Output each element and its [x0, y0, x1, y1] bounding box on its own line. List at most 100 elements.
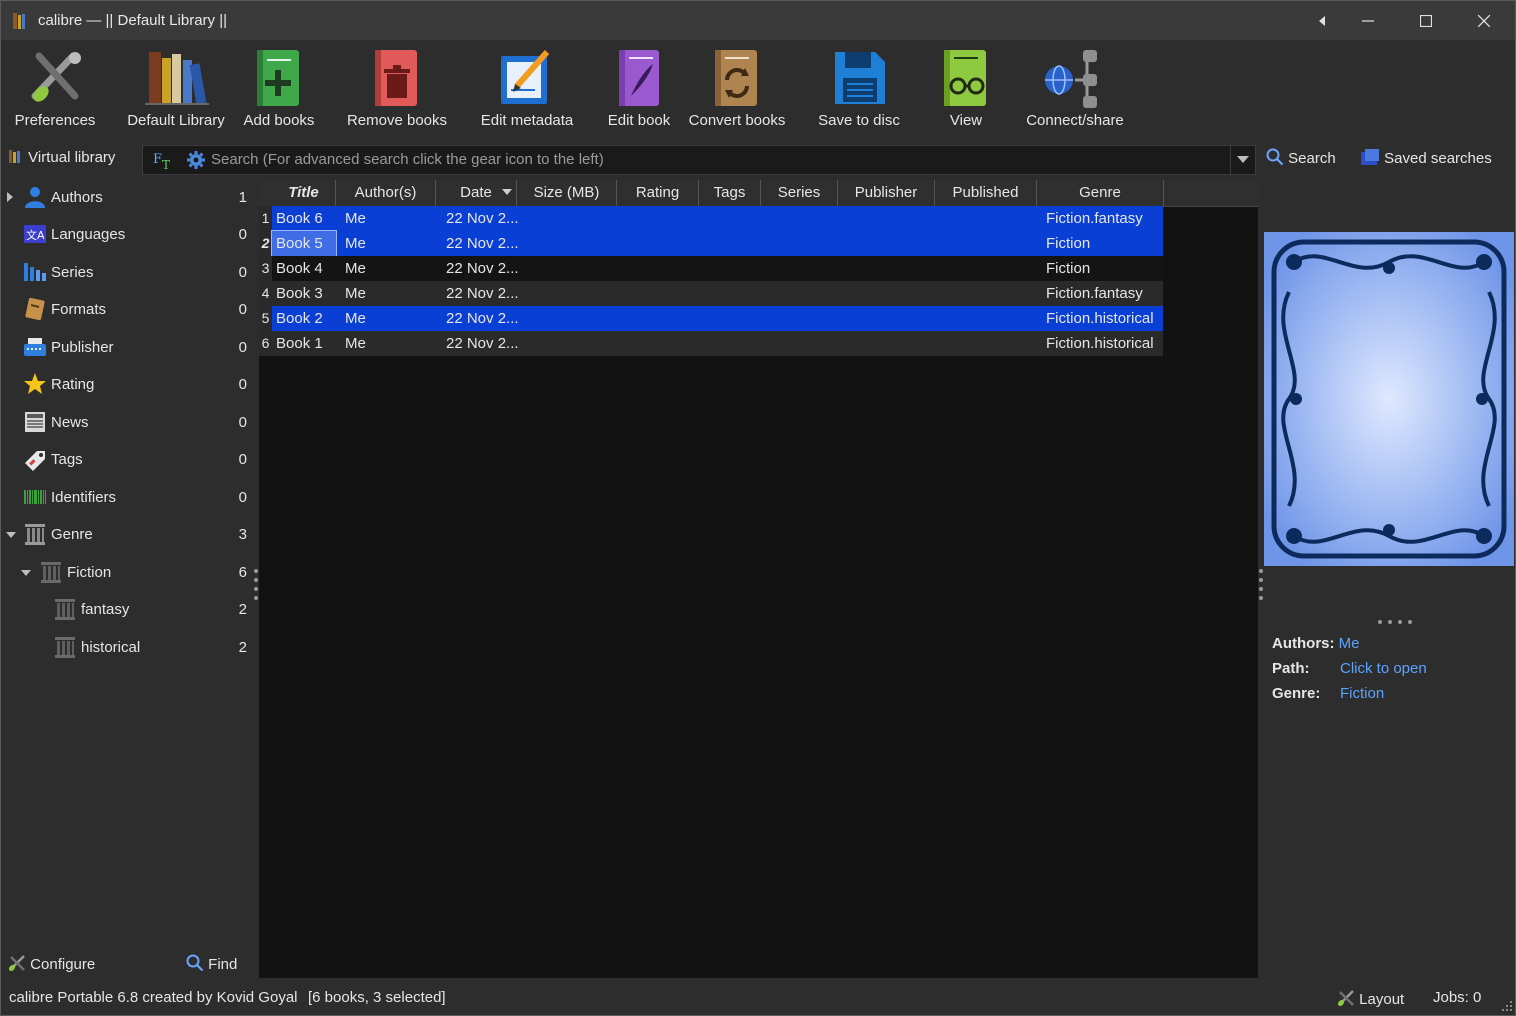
tag-category-genre[interactable]: Genre 3: [3, 517, 255, 553]
search-input[interactable]: F T Search (For advanced search click th…: [142, 145, 1256, 175]
tag-item-label: Fiction: [67, 564, 112, 581]
tag-category-languages[interactable]: 文A Languages 0: [3, 217, 255, 253]
search-history-dropdown[interactable]: [1230, 146, 1255, 174]
table-row[interactable]: Book 3 Me 22 Nov 2... Fiction.fantasy: [272, 281, 1163, 306]
column-header-genre[interactable]: Genre: [1037, 180, 1164, 206]
tag-item-fantasy[interactable]: fantasy 2: [3, 592, 255, 628]
cell-date[interactable]: 22 Nov 2...: [446, 331, 532, 356]
column-header-series[interactable]: Series: [761, 180, 838, 206]
cell-title[interactable]: Book 2: [276, 306, 340, 331]
collapse-arrow-icon[interactable]: [21, 570, 31, 576]
cell-author[interactable]: Me: [345, 281, 440, 306]
details-path-link[interactable]: Click to open: [1340, 660, 1427, 677]
table-row[interactable]: Book 6 Me 22 Nov 2... Fiction.fantasy: [272, 206, 1163, 231]
row-number[interactable]: 4: [259, 281, 272, 306]
cell-author[interactable]: Me: [345, 331, 440, 356]
column-header-publisher[interactable]: Publisher: [838, 180, 935, 206]
cell-genre[interactable]: Fiction.historical: [1046, 331, 1167, 356]
table-row[interactable]: Book 1 Me 22 Nov 2... Fiction.historical: [272, 331, 1163, 356]
cell-genre[interactable]: Fiction.fantasy: [1046, 281, 1167, 306]
tag-category-identifiers[interactable]: Identifiers 0: [3, 480, 255, 516]
column-header-tags[interactable]: Tags: [699, 180, 761, 206]
row-number[interactable]: 6: [259, 331, 272, 356]
cell-genre[interactable]: Fiction: [1046, 231, 1167, 256]
expand-arrow-icon[interactable]: [7, 192, 13, 202]
tag-category-publisher[interactable]: Publisher 0: [3, 330, 255, 366]
search-button-label: Search: [1288, 150, 1336, 167]
add-books-button[interactable]: Add books: [239, 40, 319, 136]
cell-title[interactable]: Book 3: [276, 281, 340, 306]
cell-genre[interactable]: Fiction.fantasy: [1046, 206, 1167, 231]
tag-category-rating[interactable]: Rating 0: [3, 367, 255, 403]
row-number[interactable]: 5: [259, 306, 272, 331]
library-button[interactable]: Default Library: [121, 40, 231, 136]
find-button[interactable]: Find: [186, 954, 237, 973]
column-header-date[interactable]: Date: [436, 180, 517, 206]
jobs-indicator[interactable]: Jobs: 0: [1433, 989, 1481, 1006]
cell-title[interactable]: Book 1: [276, 331, 340, 356]
row-number[interactable]: 2: [259, 231, 272, 256]
table-row[interactable]: Book 4 Me 22 Nov 2... Fiction: [272, 256, 1163, 281]
cell-title[interactable]: Book 4: [276, 256, 340, 281]
details-splitter-handle[interactable]: [1377, 619, 1415, 625]
cell-genre[interactable]: Fiction: [1046, 256, 1167, 281]
languages-icon: 文A: [24, 225, 46, 243]
tag-category-authors[interactable]: Authors 1: [3, 180, 255, 216]
column-header-size[interactable]: Size (MB): [517, 180, 617, 206]
layout-button[interactable]: Layout: [1337, 989, 1404, 1008]
cell-date[interactable]: 22 Nov 2...: [446, 231, 532, 256]
column-header-title[interactable]: Title: [272, 180, 336, 206]
cell-author[interactable]: Me: [345, 206, 440, 231]
row-number[interactable]: 1: [259, 206, 272, 231]
full-text-search-icon[interactable]: F T: [153, 150, 175, 170]
collapse-arrow-icon[interactable]: [6, 532, 16, 538]
cell-date[interactable]: 22 Nov 2...: [446, 281, 532, 306]
resize-grip-icon[interactable]: [1501, 1000, 1513, 1012]
cell-author[interactable]: Me: [345, 256, 440, 281]
tag-category-news[interactable]: News 0: [3, 405, 255, 441]
cell-date[interactable]: 22 Nov 2...: [446, 256, 532, 281]
maximize-button[interactable]: [1397, 1, 1455, 40]
table-row[interactable]: Book 2 Me 22 Nov 2... Fiction.historical: [272, 306, 1163, 331]
tag-category-label: News: [51, 414, 89, 431]
preferences-button[interactable]: Preferences: [9, 40, 101, 136]
tag-item-fiction[interactable]: Fiction 6: [3, 555, 255, 591]
details-authors-link[interactable]: Me: [1339, 635, 1360, 652]
cell-genre[interactable]: Fiction.historical: [1046, 306, 1167, 331]
row-number[interactable]: 3: [259, 256, 272, 281]
tag-item-historical[interactable]: historical 2: [3, 630, 255, 666]
virtual-library-button[interactable]: Virtual library: [8, 148, 115, 170]
cell-date[interactable]: 22 Nov 2...: [446, 306, 532, 331]
maximize-icon: [1419, 15, 1433, 28]
right-splitter-handle[interactable]: [1258, 567, 1264, 603]
view-button[interactable]: View: [931, 40, 1001, 136]
connect-share-button[interactable]: Connect/share: [1023, 40, 1127, 136]
saved-searches-button[interactable]: Saved searches: [1360, 148, 1492, 167]
edit-book-button[interactable]: Edit book: [601, 40, 677, 136]
remove-books-button[interactable]: Remove books: [345, 40, 449, 136]
tag-category-series[interactable]: Series 0: [3, 255, 255, 291]
tag-category-label: Genre: [51, 526, 93, 543]
details-genre-link[interactable]: Fiction: [1340, 685, 1384, 702]
column-header-authors[interactable]: Author(s): [336, 180, 436, 206]
gear-icon[interactable]: [187, 151, 205, 169]
minimize-button[interactable]: [1339, 1, 1397, 40]
cell-date[interactable]: 22 Nov 2...: [446, 206, 532, 231]
book-cover-image[interactable]: [1264, 232, 1514, 566]
configure-button[interactable]: Configure: [8, 954, 95, 973]
cell-title[interactable]: Book 5: [271, 230, 337, 257]
cell-author[interactable]: Me: [345, 231, 440, 256]
table-row[interactable]: Book 5 Me 22 Nov 2... Fiction: [271, 230, 1163, 257]
tag-category-tags[interactable]: Tags 0: [3, 442, 255, 478]
cell-title[interactable]: Book 6: [276, 206, 340, 231]
column-header-published[interactable]: Published: [935, 180, 1037, 206]
cell-author[interactable]: Me: [345, 306, 440, 331]
connect-share-label: Connect/share: [1026, 112, 1124, 129]
save-to-disc-button[interactable]: Save to disc: [813, 40, 905, 136]
edit-metadata-button[interactable]: Edit metadata: [475, 40, 579, 136]
search-button[interactable]: Search: [1266, 148, 1336, 167]
convert-books-button[interactable]: Convert books: [685, 40, 789, 136]
tag-category-formats[interactable]: Formats 0: [3, 292, 255, 328]
column-header-rating[interactable]: Rating: [617, 180, 699, 206]
close-button[interactable]: [1455, 1, 1513, 40]
